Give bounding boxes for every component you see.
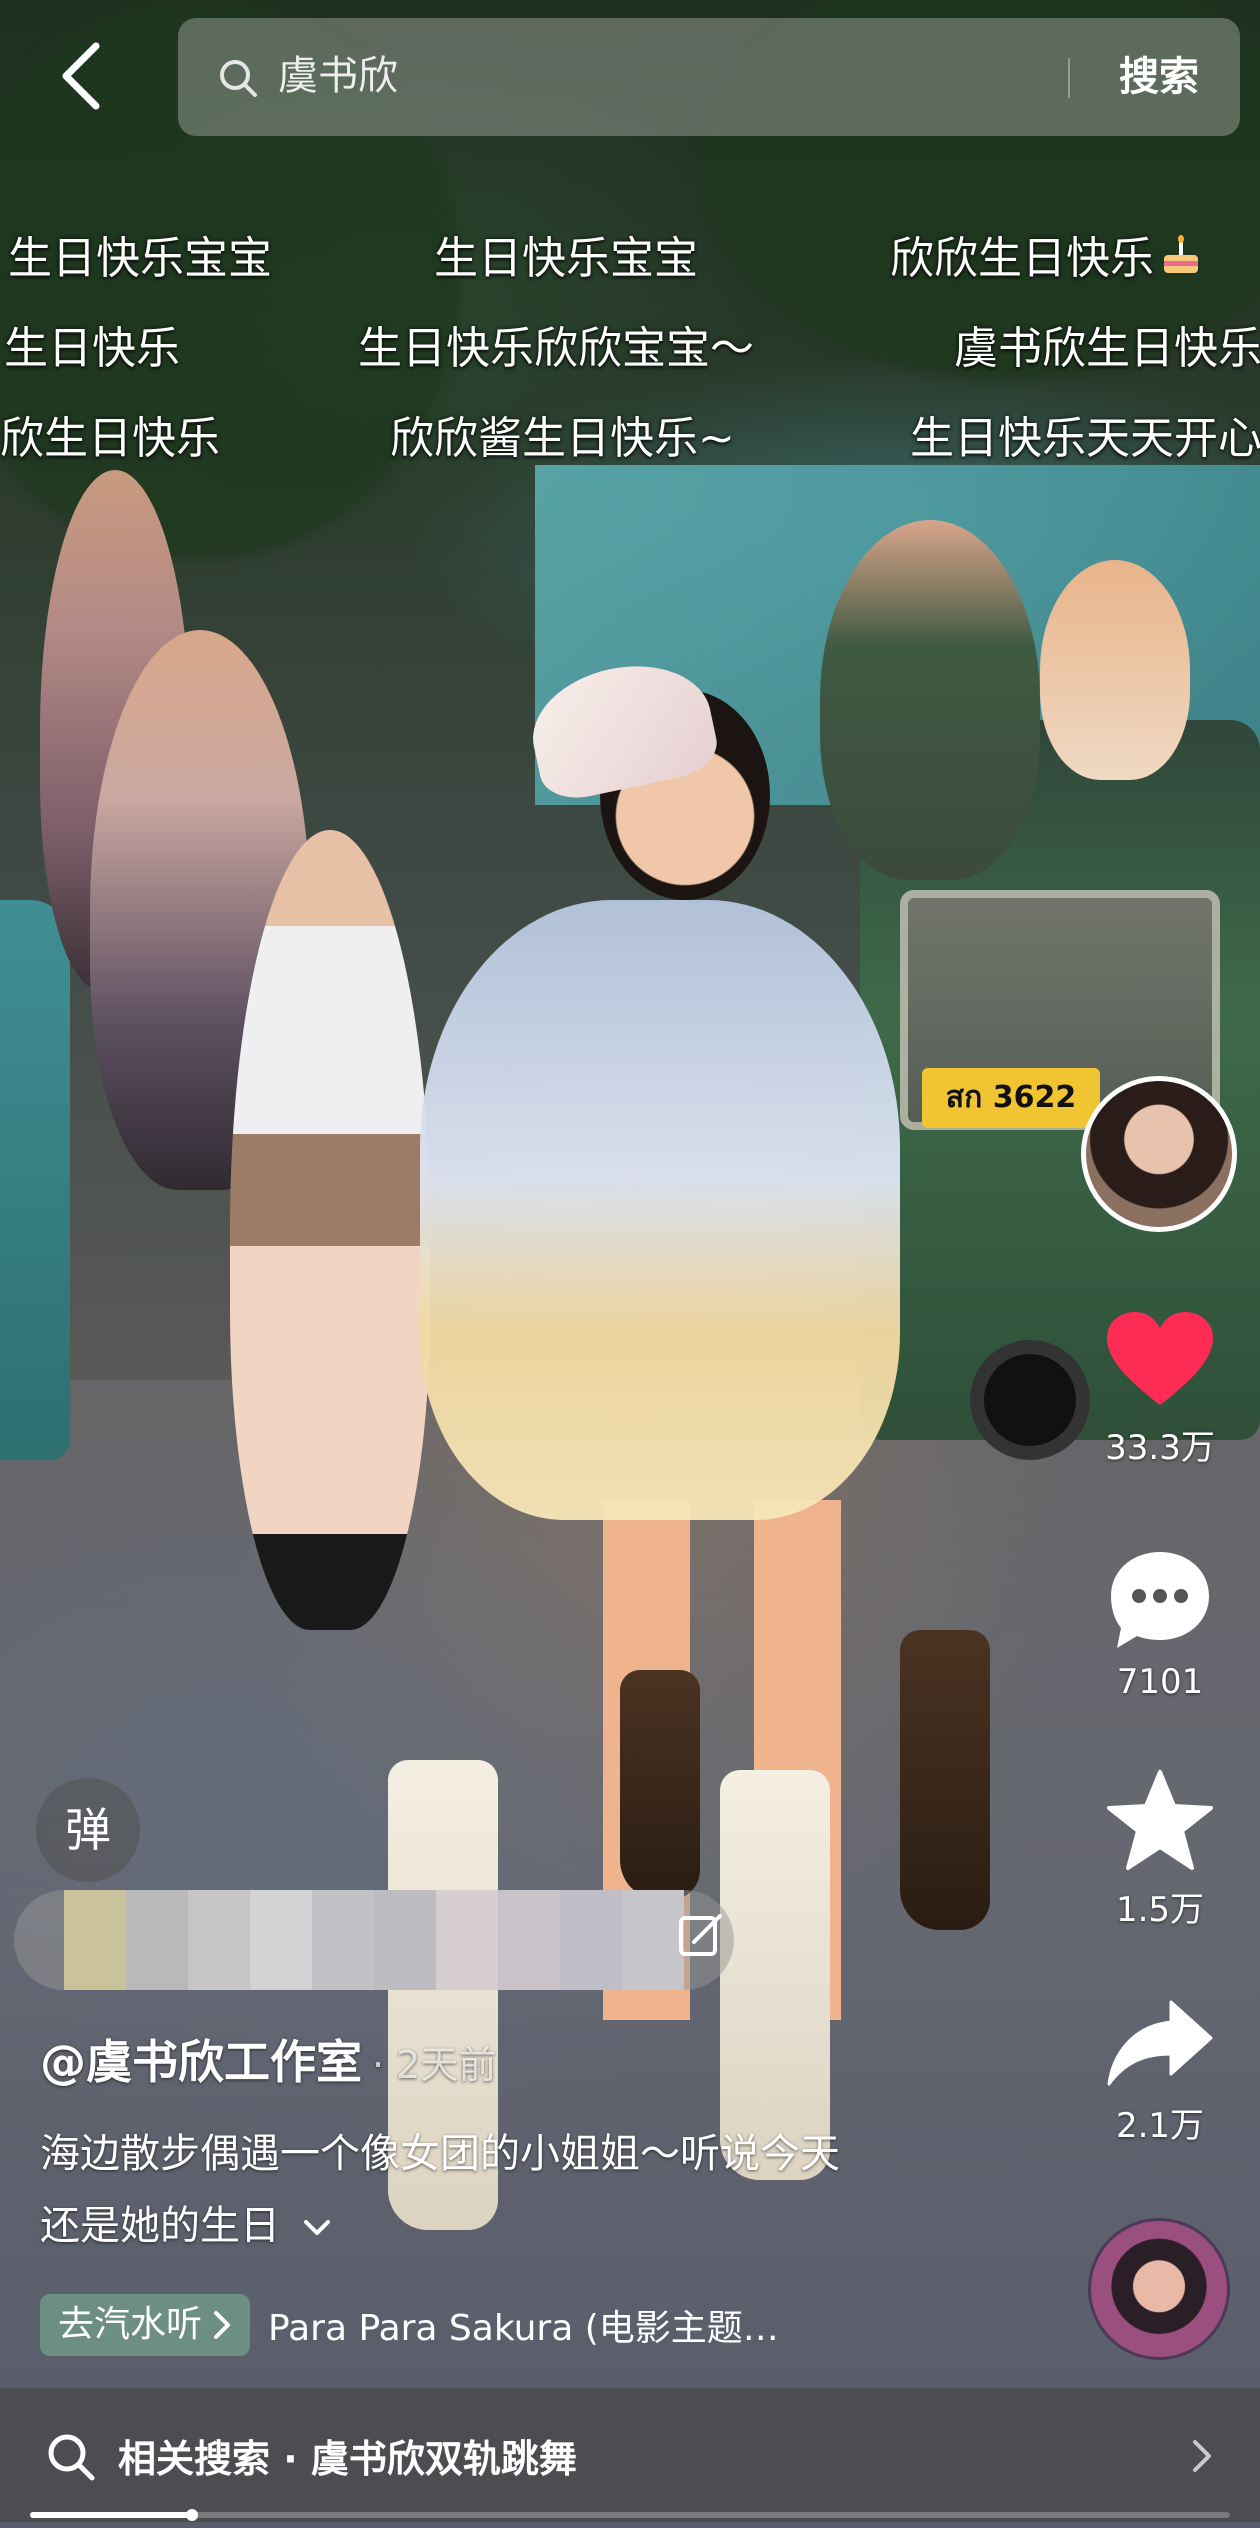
share-button[interactable]: 2.1万 (1090, 1998, 1230, 2147)
search-separator (1068, 58, 1070, 98)
tuktuk-left (0, 900, 70, 1460)
back-icon[interactable] (56, 40, 108, 112)
danmaku-comment: 生日快乐欣欣宝宝～ (358, 323, 754, 374)
share-icon (1107, 2000, 1213, 2086)
creator-avatar[interactable] (1081, 1076, 1237, 1232)
search-icon (48, 2434, 95, 2481)
cake-icon (1164, 235, 1198, 273)
blurred-placeholder (64, 1890, 684, 1990)
author-name[interactable]: @虞书欣工作室 · 2天前 (40, 2026, 496, 2092)
danmaku-comment: 欣欣生日快乐 (890, 222, 1204, 286)
listen-on-qishui-button[interactable]: 去汽水听 (40, 2294, 251, 2356)
background-dancer (820, 520, 1040, 880)
comment-count: 7101 (1116, 1662, 1204, 1702)
song-title[interactable]: Para Para Sakura (电影主题… (268, 2299, 779, 2351)
search-box[interactable]: 虞书欣 搜索 (178, 18, 1240, 136)
danmaku-comment: 欣欣酱生日快乐~ (390, 413, 735, 464)
progress-knob[interactable] (186, 2509, 198, 2521)
edit-icon[interactable] (676, 1910, 726, 1960)
dancer-boot (900, 1630, 990, 1930)
danmaku-comment: 生日快乐天天开心 (910, 413, 1260, 464)
danmaku-comment: 生日快乐宝宝 (8, 233, 272, 284)
related-search-text: 相关搜索 · 虞书欣双轨跳舞 (118, 2437, 577, 2481)
danmaku-comment: 生日快乐宝宝 (434, 233, 698, 284)
danmaku-comment: 欣生日快乐 (0, 413, 220, 464)
favorite-count: 1.5万 (1115, 1890, 1205, 1930)
chevron-right-icon (214, 2311, 231, 2339)
comment-icon (1111, 1552, 1209, 1648)
video-progress-bar[interactable] (30, 2509, 1230, 2521)
caption-line: 海边散步偶遇一个像女团的小姐姐～听说今天 (40, 2131, 840, 2177)
license-plate: สก 3622 (922, 1068, 1100, 1128)
top-bar: 虞书欣 搜索 (0, 0, 1260, 150)
danmaku-comment: 生日快乐 (4, 323, 180, 374)
video-caption: 海边散步偶遇一个像女团的小姐姐～听说今天 还是她的生日 (40, 2118, 980, 2262)
danmaku-input[interactable] (14, 1890, 734, 1990)
star-icon (1107, 1770, 1213, 1870)
comment-button[interactable]: 7101 (1090, 1548, 1230, 1702)
share-count: 2.1万 (1115, 2106, 1205, 2146)
music-row: 去汽水听 Para Para Sakura (电影主题… (40, 2294, 779, 2356)
post-time: · 2天前 (372, 2043, 497, 2087)
progress-fill (30, 2512, 192, 2518)
search-icon (220, 60, 257, 97)
caption-line: 还是她的生日 (40, 2190, 980, 2262)
related-search-bar[interactable]: 相关搜索 · 虞书欣双轨跳舞 (0, 2388, 1260, 2522)
like-count: 33.3万 (1105, 1428, 1215, 1468)
like-button[interactable]: 33.3万 (1090, 1310, 1230, 1469)
search-input[interactable]: 虞书欣 (278, 46, 978, 106)
background-dancer (1040, 560, 1190, 780)
search-button[interactable]: 搜索 (1100, 44, 1218, 110)
heart-icon (1107, 1312, 1213, 1405)
dancer-body (420, 900, 900, 1520)
music-disc[interactable] (1088, 2218, 1230, 2360)
tuktuk-wheel (970, 1340, 1090, 1460)
favorite-button[interactable]: 1.5万 (1090, 1768, 1230, 1931)
danmaku-comment: 虞书欣生日快乐 (954, 323, 1260, 374)
chevron-right-icon (1193, 2440, 1211, 2472)
chevron-down-icon[interactable] (300, 2211, 334, 2245)
danmaku-toggle-button[interactable]: 弹 (36, 1778, 140, 1882)
dancer-boot (620, 1670, 700, 1900)
background-dancer (230, 830, 430, 1630)
